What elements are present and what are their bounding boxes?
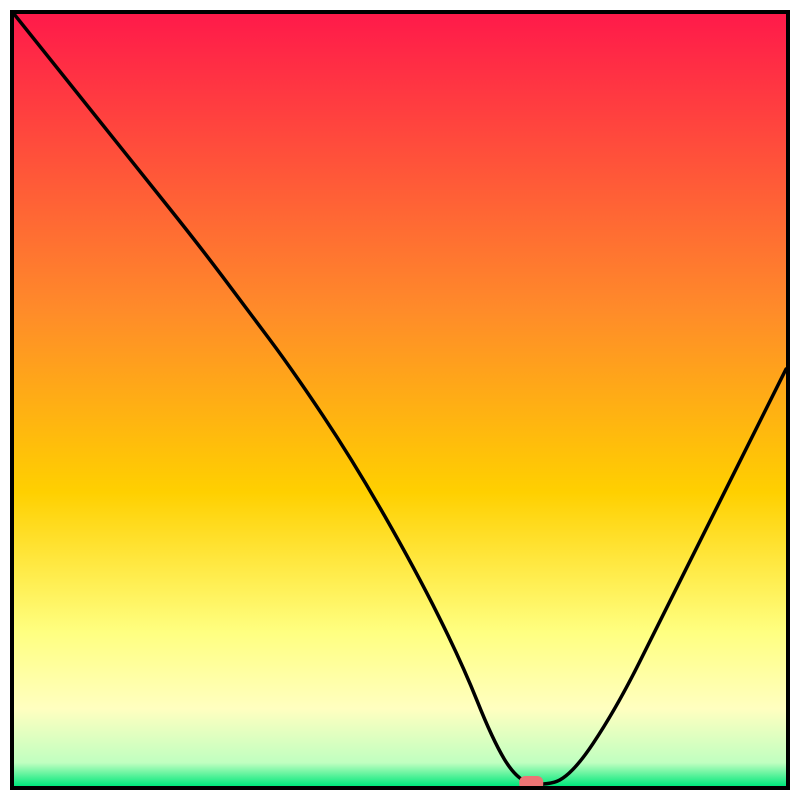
chart-svg [14,14,786,786]
plot-area [10,10,790,790]
optimum-marker [519,776,543,786]
background-gradient [14,14,786,786]
chart-frame: TheBottleneck.com [0,0,800,800]
